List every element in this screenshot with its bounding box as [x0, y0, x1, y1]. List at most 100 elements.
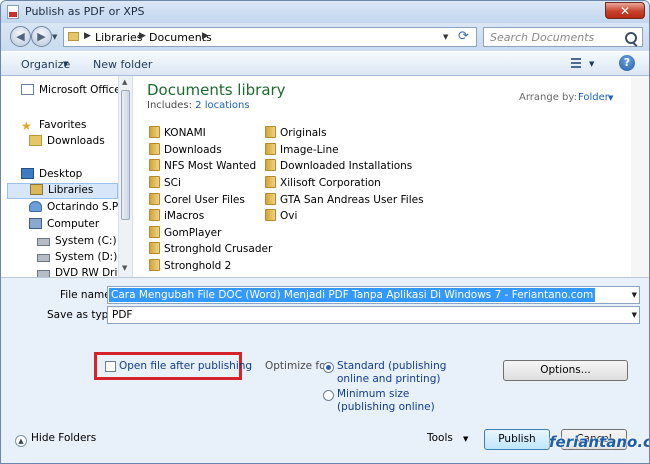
- file-item[interactable]: Ovi: [265, 209, 297, 225]
- sidebar-item-downloads[interactable]: Downloads: [29, 135, 105, 151]
- title-bar: Publish as PDF or XPS ✕: [1, 1, 649, 23]
- sidebar-item-drive-d[interactable]: System (D:): [37, 251, 117, 267]
- minimum-size-radio-label[interactable]: Minimum size (publishing online): [337, 388, 435, 414]
- arrange-by-label: Arrange by:: [519, 92, 577, 103]
- open-after-publishing-checkbox[interactable]: [105, 361, 116, 372]
- new-folder-button[interactable]: New folder: [93, 58, 152, 71]
- pdf-app-icon: [7, 5, 19, 19]
- back-button[interactable]: ◀: [10, 26, 31, 47]
- document-icon: [21, 84, 34, 95]
- star-icon: ★: [21, 119, 32, 133]
- search-placeholder: Search Documents: [490, 31, 595, 44]
- arrange-dropdown-icon[interactable]: ▼: [608, 94, 613, 102]
- file-list-pane: Documents library Includes: 2 locations …: [133, 76, 649, 277]
- file-item[interactable]: SCi: [149, 176, 181, 192]
- dvd-drive-icon: [37, 270, 50, 277]
- standard-radio[interactable]: [323, 362, 334, 373]
- file-item[interactable]: Downloaded Installations: [265, 159, 412, 175]
- tools-dropdown-icon[interactable]: ▼: [463, 435, 468, 443]
- standard-radio-label[interactable]: Standard (publishing online and printing…: [337, 360, 446, 386]
- folder-icon: [149, 242, 160, 254]
- scroll-down-icon[interactable]: ▼: [122, 264, 127, 272]
- hide-folders-button[interactable]: ▲ Hide Folders: [15, 432, 96, 447]
- breadcrumb-separator-icon[interactable]: ▶: [202, 31, 209, 41]
- file-item[interactable]: GTA San Andreas User Files: [265, 193, 424, 209]
- minimum-size-radio[interactable]: [323, 390, 334, 401]
- recent-pages-dropdown-icon[interactable]: ▼: [52, 33, 57, 41]
- open-after-publishing-label[interactable]: Open file after publishing: [119, 360, 252, 372]
- organize-dropdown-icon[interactable]: ▼: [63, 60, 68, 68]
- folder-icon: [265, 193, 276, 205]
- arrange-by-dropdown[interactable]: Folder: [578, 92, 609, 103]
- folder-icon: [149, 259, 160, 271]
- folder-icon: [149, 143, 160, 155]
- folder-icon: [149, 126, 160, 138]
- folder-icon: [149, 159, 160, 171]
- locations-link[interactable]: 2 locations: [195, 100, 249, 111]
- publish-button[interactable]: Publish: [484, 429, 550, 450]
- window-title: Publish as PDF or XPS: [25, 5, 145, 18]
- view-dropdown-icon[interactable]: ▼: [589, 60, 594, 68]
- file-item[interactable]: iMacros: [149, 209, 204, 225]
- navigation-scrollbar[interactable]: ▲ ▼: [118, 76, 132, 277]
- folder-icon: [149, 226, 160, 238]
- help-icon[interactable]: ?: [619, 55, 635, 71]
- file-item[interactable]: NFS Most Wanted: [149, 159, 256, 175]
- save-type-select[interactable]: PDF ▼: [107, 306, 640, 324]
- sidebar-item-microsoft-office[interactable]: Microsoft Office W: [21, 84, 132, 100]
- search-input[interactable]: Search Documents: [483, 27, 643, 47]
- save-type-dropdown-icon[interactable]: ▼: [632, 311, 637, 319]
- search-icon[interactable]: [625, 32, 637, 44]
- scrollbar-thumb[interactable]: [121, 90, 130, 220]
- file-item[interactable]: Corel User Files: [149, 193, 245, 209]
- folder-icon: [149, 209, 160, 221]
- options-button[interactable]: Options...: [503, 360, 628, 381]
- file-list-scrollbar-track: [631, 76, 649, 277]
- desktop-icon: [21, 168, 34, 179]
- drive-icon: [37, 254, 50, 262]
- folder-icon: [265, 209, 276, 221]
- chevron-up-icon: ▲: [15, 435, 27, 447]
- file-item[interactable]: Stronghold 2: [149, 259, 231, 275]
- forward-button[interactable]: ▶: [31, 26, 52, 47]
- file-name-input[interactable]: Cara Mengubah File DOC (Word) Menjadi PD…: [107, 286, 640, 304]
- address-bar[interactable]: ▶ Libraries ▶ Documents ▶ ▼ ⟳: [63, 27, 477, 47]
- sidebar-item-user[interactable]: Octarindo S.P: [29, 201, 118, 217]
- file-item[interactable]: GomPlayer: [149, 226, 221, 242]
- file-item[interactable]: KONAMI: [149, 126, 206, 142]
- folder-icon: [29, 135, 42, 146]
- file-item[interactable]: Downloads: [149, 143, 222, 159]
- tools-button[interactable]: Tools: [427, 432, 453, 444]
- file-item[interactable]: Originals: [265, 126, 327, 142]
- publish-dialog: Publish as PDF or XPS ✕ ◀ ▶ ▼ ▶ Librarie…: [0, 0, 650, 464]
- library-includes: Includes: 2 locations: [147, 100, 250, 111]
- sidebar-item-favorites[interactable]: ★ Favorites: [21, 119, 86, 135]
- scroll-up-icon[interactable]: ▲: [122, 78, 127, 86]
- view-options-icon[interactable]: [571, 58, 581, 68]
- folder-icon: [265, 176, 276, 188]
- file-item[interactable]: Xilisoft Corporation: [265, 176, 381, 192]
- watermark-logo: feriantano.com: [549, 433, 649, 451]
- breadcrumb-libraries[interactable]: Libraries: [95, 31, 143, 44]
- file-name-dropdown-icon[interactable]: ▼: [632, 291, 637, 299]
- computer-icon: [29, 218, 42, 229]
- close-button[interactable]: ✕: [605, 2, 645, 19]
- navigation-pane: Microsoft Office W ★ Favorites Downloads …: [1, 76, 133, 277]
- breadcrumb-separator-icon[interactable]: ▶: [139, 31, 146, 41]
- folder-icon: [265, 159, 276, 171]
- sidebar-item-computer[interactable]: Computer: [29, 218, 99, 234]
- library-icon: [30, 184, 43, 195]
- file-name-value: Cara Mengubah File DOC (Word) Menjadi PD…: [109, 288, 596, 302]
- sidebar-item-drive-c[interactable]: System (C:): [37, 235, 117, 251]
- folder-icon: [265, 143, 276, 155]
- command-bar: Organize ▼ New folder ▼ ?: [1, 51, 649, 76]
- folder-icon: [149, 176, 160, 188]
- sidebar-item-libraries[interactable]: Libraries: [7, 183, 118, 199]
- file-item[interactable]: Image-Line: [265, 143, 339, 159]
- address-dropdown-icon[interactable]: ▼: [443, 33, 448, 41]
- refresh-icon[interactable]: ⟳: [458, 29, 469, 44]
- file-item[interactable]: Stronghold Crusader: [149, 242, 272, 258]
- breadcrumb-separator-icon[interactable]: ▶: [84, 31, 91, 41]
- sidebar-item-desktop[interactable]: Desktop: [21, 168, 82, 184]
- save-type-value: PDF: [112, 309, 133, 321]
